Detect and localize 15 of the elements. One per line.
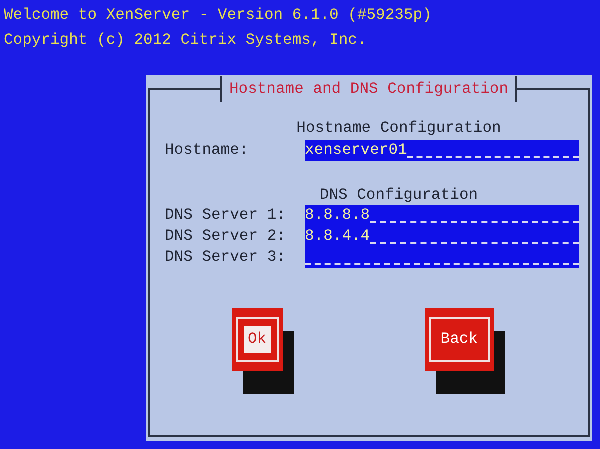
header-text: Copyright (c) 2012 Citrix Systems, Inc. xyxy=(4,30,367,51)
header-text: Welcome to XenServer - Version 6.1.0 (#59235p) xyxy=(4,5,432,26)
section-heading: DNS Configuration xyxy=(320,186,478,204)
field-label: DNS Server 3: xyxy=(165,247,287,268)
input-field[interactable] xyxy=(305,247,579,268)
dialog-title: Hostname and DNS Configuration xyxy=(220,76,518,102)
input-field[interactable]: 8.8.8.8 xyxy=(305,205,579,226)
field-label: DNS Server 2: xyxy=(165,226,287,247)
input-field[interactable]: 8.8.4.4 xyxy=(305,226,579,247)
section-heading: Hostname Configuration xyxy=(296,119,502,137)
input-field[interactable]: xenserver01 xyxy=(305,140,579,161)
field-label: Hostname: xyxy=(165,140,250,161)
dialog-button[interactable]: Back xyxy=(424,308,494,372)
field-label: DNS Server 1: xyxy=(165,205,287,226)
dialog-button[interactable]: Ok xyxy=(232,308,283,372)
